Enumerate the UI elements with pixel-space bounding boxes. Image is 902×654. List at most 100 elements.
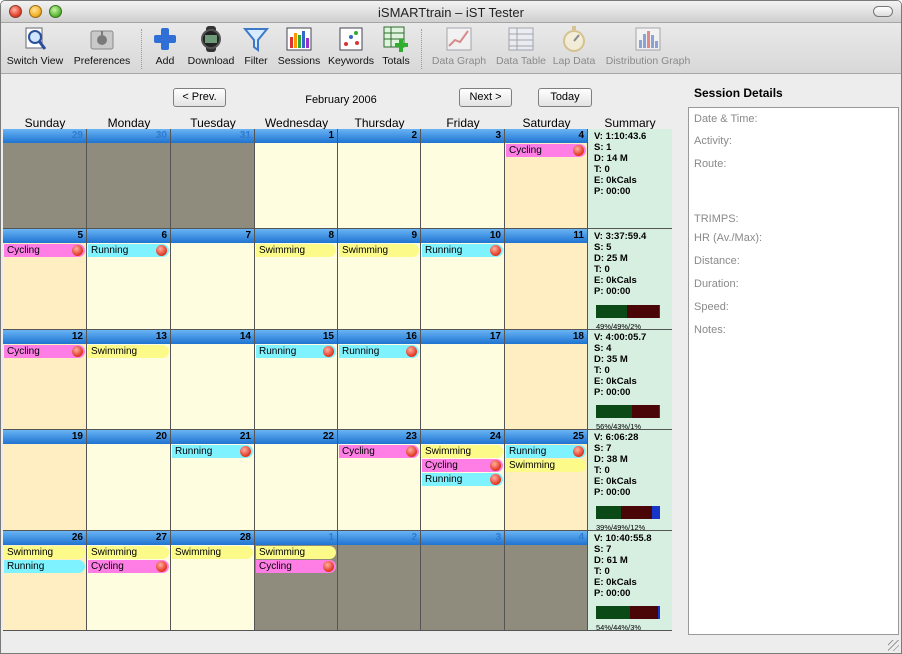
- session-running[interactable]: Running: [422, 473, 503, 486]
- session-swimming[interactable]: Swimming: [256, 546, 336, 559]
- session-swimming[interactable]: Swimming: [88, 345, 169, 358]
- summary-line: D: 14 M: [594, 153, 628, 164]
- day-cell[interactable]: 16 Running: [338, 330, 421, 430]
- day-cell[interactable]: 12 Cycling: [3, 330, 87, 430]
- day-cell[interactable]: 10 Running: [421, 229, 505, 330]
- session-running[interactable]: Running: [256, 345, 336, 358]
- detail-label-trimps: TRIMPS:: [694, 213, 739, 225]
- day-cell[interactable]: 19: [3, 430, 87, 531]
- distribution-icon: [634, 25, 662, 53]
- day-cell[interactable]: 30: [87, 129, 171, 229]
- week-summary: V: 10:40:55.8 S: 7 D: 61 M T: 0 E: 0kCals P: …: [588, 531, 672, 631]
- day-cell[interactable]: 4: [505, 531, 588, 631]
- session-swimming[interactable]: Swimming: [4, 546, 85, 559]
- day-cell[interactable]: 26 Swimming Running: [3, 531, 87, 631]
- session-swimming[interactable]: Swimming: [339, 244, 419, 257]
- zone-segment: [652, 506, 660, 519]
- toolbar-button-label: Keywords: [327, 55, 375, 67]
- session-running[interactable]: Running: [4, 560, 85, 573]
- day-cell[interactable]: 13 Swimming: [87, 330, 171, 430]
- day-cell[interactable]: 2: [338, 129, 421, 229]
- day-cell[interactable]: 23 Cycling: [338, 430, 421, 531]
- day-cell[interactable]: 4 Cycling: [505, 129, 588, 229]
- day-cell[interactable]: 31: [171, 129, 255, 229]
- toolbar-distribution-graph-button[interactable]: Distribution Graph: [601, 25, 695, 67]
- day-cell[interactable]: 7: [171, 229, 255, 330]
- day-cell[interactable]: 3: [421, 531, 505, 631]
- session-swimming[interactable]: Swimming: [422, 445, 503, 458]
- session-running[interactable]: Running: [506, 445, 586, 458]
- title-bar: iSMARTtrain – iST Tester: [1, 1, 901, 23]
- session-swimming[interactable]: Swimming: [172, 546, 253, 559]
- toolbar-add-button[interactable]: Add: [151, 25, 179, 67]
- session-swimming[interactable]: Swimming: [88, 546, 169, 559]
- summary-line: P: 00:00: [594, 487, 631, 498]
- session-cycling[interactable]: Cycling: [506, 144, 586, 157]
- day-number: 25: [505, 430, 587, 444]
- day-cell[interactable]: 25 Running Swimming: [505, 430, 588, 531]
- day-cell[interactable]: 1: [255, 129, 338, 229]
- summary-line: D: 25 M: [594, 253, 628, 264]
- day-number: 2: [338, 531, 420, 545]
- toolbar-data-table-button[interactable]: Data Table: [492, 25, 550, 67]
- day-cell[interactable]: 28 Swimming: [171, 531, 255, 631]
- toolbar-sessions-button[interactable]: Sessions: [276, 25, 322, 67]
- session-cycling[interactable]: Cycling: [339, 445, 419, 458]
- day-cell[interactable]: 29: [3, 129, 87, 229]
- toolbar-totals-button[interactable]: Totals: [379, 25, 413, 67]
- session-cycling[interactable]: Cycling: [4, 345, 85, 358]
- resize-handle[interactable]: [888, 640, 899, 651]
- toolbar-filter-button[interactable]: Filter: [241, 25, 271, 67]
- day-cell[interactable]: 2: [338, 531, 421, 631]
- toolbar-keywords-button[interactable]: Keywords: [326, 25, 376, 67]
- day-cell[interactable]: 22: [255, 430, 338, 531]
- toolbar-preferences-button[interactable]: Preferences: [71, 25, 133, 67]
- session-label: Cycling: [259, 561, 292, 572]
- day-cell[interactable]: 14: [171, 330, 255, 430]
- day-cell[interactable]: 11: [505, 229, 588, 330]
- toolbar-download-button[interactable]: Download: [185, 25, 237, 67]
- session-cycling[interactable]: Cycling: [422, 459, 503, 472]
- session-cycling[interactable]: Cycling: [256, 560, 336, 573]
- toolbar-switch-view-button[interactable]: Switch View: [5, 25, 65, 67]
- session-running[interactable]: Running: [88, 244, 169, 257]
- session-label: Cycling: [342, 446, 375, 457]
- prev-month-button[interactable]: < Prev.: [173, 88, 226, 107]
- session-cycling[interactable]: Cycling: [4, 244, 85, 257]
- heart-rate-icon: [240, 446, 251, 457]
- session-cycling[interactable]: Cycling: [88, 560, 169, 573]
- next-month-button[interactable]: Next >: [459, 88, 512, 107]
- session-swimming[interactable]: Swimming: [506, 459, 586, 472]
- today-button[interactable]: Today: [538, 88, 592, 107]
- session-swimming[interactable]: Swimming: [256, 244, 336, 257]
- session-running[interactable]: Running: [339, 345, 419, 358]
- day-cell[interactable]: 9 Swimming: [338, 229, 421, 330]
- session-running[interactable]: Running: [172, 445, 253, 458]
- summary-line: T: 0: [594, 365, 610, 376]
- day-cell[interactable]: 1 Swimming Cycling: [255, 531, 338, 631]
- day-cell[interactable]: 8 Swimming: [255, 229, 338, 330]
- session-running[interactable]: Running: [422, 244, 503, 257]
- day-number: 30: [87, 129, 170, 143]
- day-cell[interactable]: 17: [421, 330, 505, 430]
- day-cell[interactable]: 27 Swimming Cycling: [87, 531, 171, 631]
- toolbar-button-label: Filter: [244, 55, 268, 67]
- day-number: 18: [505, 330, 587, 344]
- day-cell[interactable]: 3: [421, 129, 505, 229]
- day-cell[interactable]: 21 Running: [171, 430, 255, 531]
- day-cell[interactable]: 18: [505, 330, 588, 430]
- day-cell[interactable]: 6 Running: [87, 229, 171, 330]
- zone-percent-label: 56%/43%/1%: [596, 422, 642, 430]
- day-cell[interactable]: 15 Running: [255, 330, 338, 430]
- summary-line: S: 7: [594, 443, 612, 454]
- heart-rate-icon: [490, 474, 501, 485]
- zone-segment: [658, 606, 660, 619]
- day-cell[interactable]: 5 Cycling: [3, 229, 87, 330]
- toolbar-lap-data-button[interactable]: Lap Data: [551, 25, 597, 67]
- day-cell[interactable]: 20: [87, 430, 171, 531]
- summary-line: V: 6:06:28: [594, 432, 639, 443]
- toolbar-data-graph-button[interactable]: Data Graph: [429, 25, 489, 67]
- day-cell[interactable]: 24 Swimming Cycling Running: [421, 430, 505, 531]
- toolbar-toggle-button[interactable]: [873, 6, 893, 17]
- zone-segment: [596, 305, 628, 318]
